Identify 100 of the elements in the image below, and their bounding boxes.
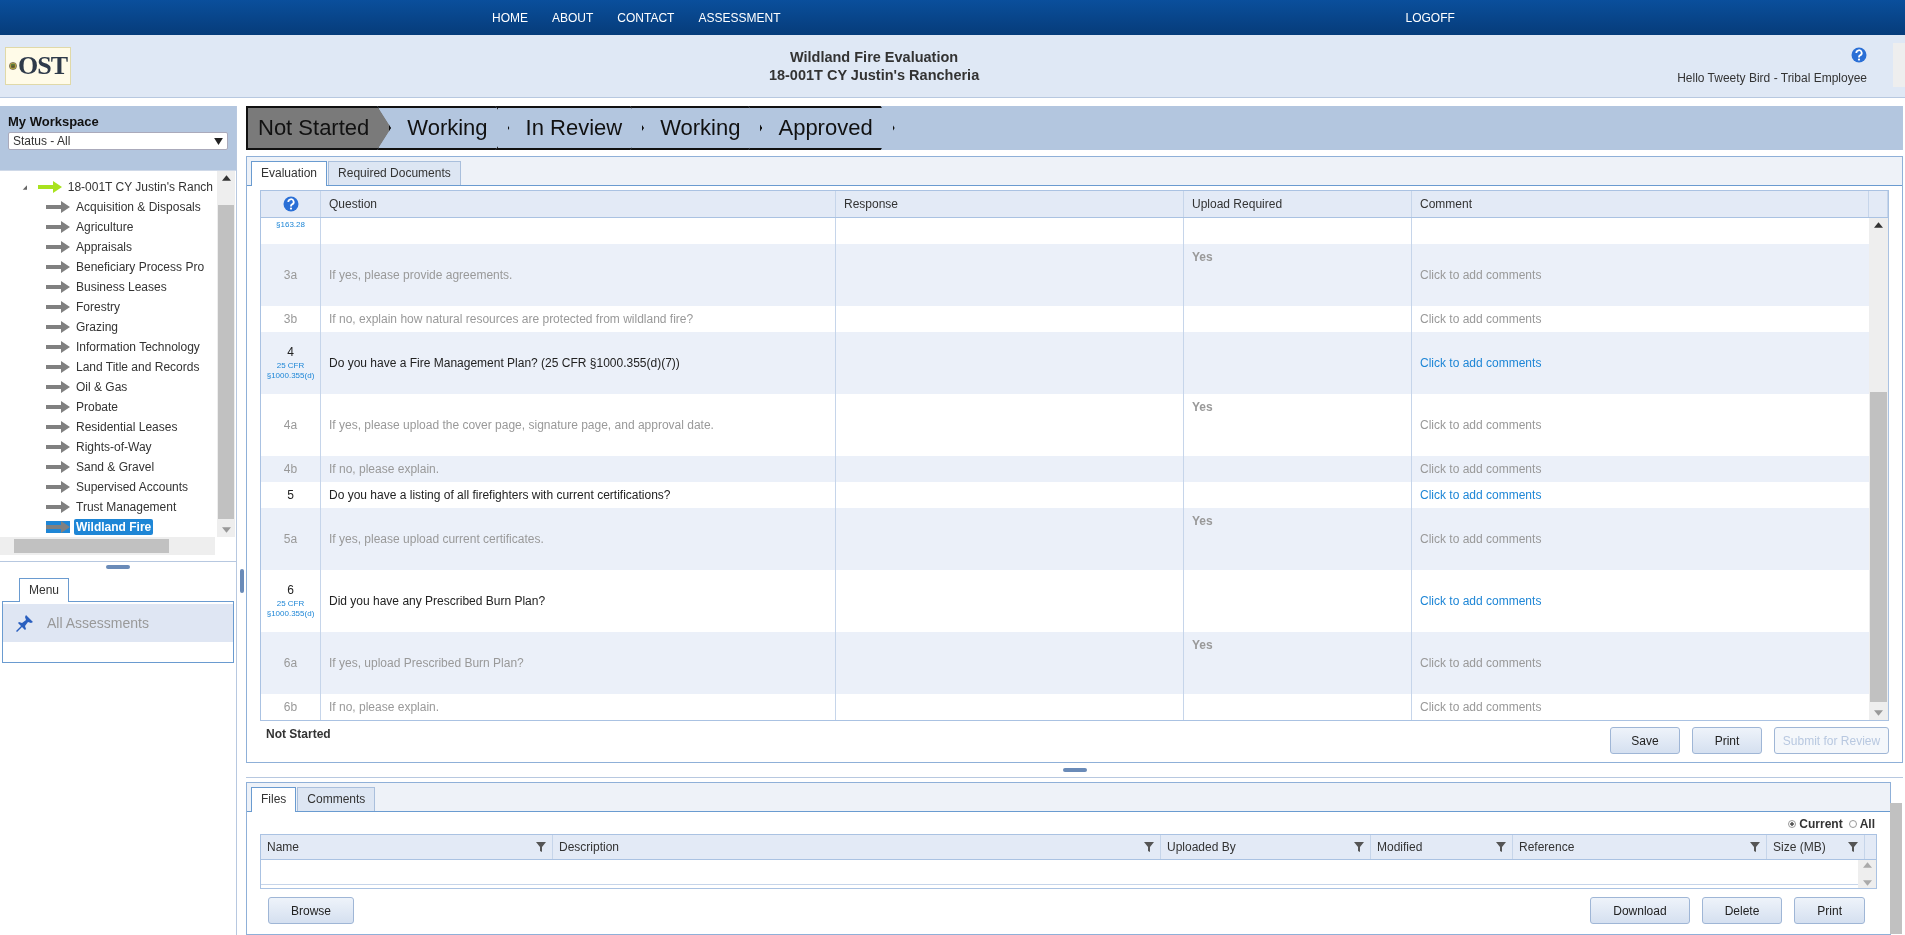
filter-icon[interactable]	[536, 842, 546, 852]
regulation-link[interactable]: 25 CFR §1000.355(d)	[263, 359, 318, 381]
scroll-down-icon[interactable]	[1874, 710, 1883, 716]
radio-option[interactable]: Current	[1788, 817, 1843, 831]
scrollbar[interactable]	[1869, 218, 1888, 720]
browse-button[interactable]: Browse	[268, 897, 354, 924]
question-number: 5a	[283, 532, 298, 546]
add-comment-link[interactable]: Click to add comments	[1420, 488, 1542, 502]
scroll-down-icon[interactable]	[1862, 880, 1872, 886]
scrollbar[interactable]	[217, 171, 235, 537]
filter-icon[interactable]	[1750, 842, 1760, 852]
tree-item[interactable]: Wildland Fire	[74, 519, 154, 535]
question-text: If yes, please upload current certificates.	[329, 532, 544, 546]
column-header: Comment	[1412, 191, 1869, 217]
column-header[interactable]: Uploaded By	[1161, 835, 1371, 859]
regulation-link[interactable]: §163.28	[263, 218, 318, 230]
tab[interactable]: Required Documents	[328, 161, 461, 185]
help-icon[interactable]	[282, 196, 299, 212]
caret-icon	[214, 137, 223, 145]
question-number: 3b	[283, 312, 298, 326]
column-header: Upload Required	[1184, 191, 1412, 217]
column-header: Response	[836, 191, 1184, 217]
splitter-handle[interactable]	[239, 568, 244, 593]
tree-item[interactable]: Land Title and Records	[74, 359, 202, 375]
progress-step: Approved	[748, 106, 895, 150]
user-greeting: Hello Tweety Bird - Tribal Employee	[1677, 71, 1867, 85]
question-number: 4b	[283, 462, 298, 476]
arrow-icon	[46, 201, 70, 213]
column-header[interactable]: Name	[261, 835, 553, 859]
arrow-icon	[46, 481, 70, 493]
add-comment-link[interactable]: Click to add comments	[1420, 356, 1542, 370]
column-header[interactable]: Reference	[1513, 835, 1767, 859]
collapse-icon[interactable]	[22, 183, 28, 191]
scroll-up-icon[interactable]	[1874, 222, 1883, 228]
tree-item[interactable]: Agriculture	[74, 219, 136, 235]
action-button[interactable]: Print	[1692, 727, 1762, 754]
tab[interactable]: Evaluation	[251, 161, 328, 186]
tree-item[interactable]: Sand & Gravel	[74, 459, 157, 475]
arrow-icon	[46, 421, 70, 433]
arrow-icon	[46, 241, 70, 253]
tab[interactable]: Comments	[297, 787, 376, 811]
arrow-icon	[46, 461, 70, 473]
tree-item[interactable]: Forestry	[74, 299, 122, 315]
logoff-link[interactable]: LOGOFF	[1393, 10, 1467, 25]
regulation-link[interactable]: 25 CFR §1000.355(d)	[263, 597, 318, 619]
question-number: 4	[287, 345, 294, 359]
splitter-handle[interactable]	[1062, 768, 1087, 772]
filter-icon[interactable]	[1848, 842, 1858, 852]
tree-item[interactable]: Beneficiary Process Pro	[74, 259, 207, 275]
scrollbar[interactable]	[1890, 803, 1902, 934]
tab[interactable]: Files	[251, 787, 297, 812]
nav-link[interactable]: HOME	[480, 10, 540, 25]
tree-item[interactable]: 18-001T CY Justin's Ranch	[0, 177, 215, 197]
question-text: Did you have any Prescribed Burn Plan?	[329, 594, 546, 608]
tree-item[interactable]: Trust Management	[74, 499, 179, 515]
menu-tab[interactable]: Menu	[19, 578, 70, 602]
tree-item[interactable]: Oil & Gas	[74, 379, 130, 395]
tree-item[interactable]: Probate	[74, 399, 121, 415]
column-header[interactable]: Modified	[1371, 835, 1513, 859]
radio-button[interactable]	[1848, 820, 1857, 828]
arrow-icon	[37, 181, 62, 193]
tree-item[interactable]: Residential Leases	[74, 419, 180, 435]
help-icon[interactable]	[1851, 47, 1867, 63]
radio-option[interactable]: All	[1848, 817, 1875, 831]
radio-button[interactable]	[1788, 820, 1797, 828]
tree-item[interactable]: Grazing	[74, 319, 121, 335]
nav-link[interactable]: ASSESSMENT	[686, 10, 793, 25]
question-text: Do you have a listing of all firefighters with current certifications?	[329, 488, 671, 502]
action-button[interactable]: Save	[1610, 727, 1680, 754]
scrollbar[interactable]	[1858, 860, 1876, 888]
tree-item[interactable]: Acquisition & Disposals	[74, 199, 203, 215]
splitter-handle[interactable]	[106, 565, 130, 569]
tree-item[interactable]: Appraisals	[74, 239, 135, 255]
scroll-down-icon[interactable]	[221, 527, 231, 533]
filter-icon[interactable]	[1144, 842, 1154, 852]
arrow-icon	[46, 341, 70, 353]
action-button[interactable]: Download	[1590, 897, 1690, 924]
nav-link[interactable]: CONTACT	[605, 10, 687, 25]
filter-icon[interactable]	[1496, 842, 1506, 852]
tree-item[interactable]: Information Technology	[74, 339, 202, 355]
filter-icon[interactable]	[1354, 842, 1364, 852]
question-text: If yes, please provide agreements.	[329, 268, 513, 282]
tree-item[interactable]: Business Leases	[74, 279, 169, 295]
scroll-up-icon[interactable]	[221, 175, 231, 181]
action-button[interactable]: Delete	[1701, 897, 1783, 924]
nav-link[interactable]: ABOUT	[540, 10, 606, 25]
tree-item[interactable]: Rights-of-Way	[74, 439, 154, 455]
action-button[interactable]: Print	[1794, 897, 1865, 924]
arrow-icon	[46, 361, 70, 373]
workspace-title: My Workspace	[8, 114, 100, 129]
question-number: 4a	[283, 418, 298, 432]
question-number: 6	[287, 583, 294, 597]
add-comment-link[interactable]: Click to add comments	[1420, 594, 1542, 608]
arrow-icon	[46, 381, 70, 393]
tree-item[interactable]: Supervised Accounts	[74, 479, 191, 495]
arrow-icon	[46, 221, 70, 233]
scrollbar[interactable]	[0, 537, 215, 555]
column-header[interactable]: Description	[553, 835, 1161, 859]
column-header[interactable]: Size (MB)	[1767, 835, 1865, 859]
status-dropdown[interactable]: Status - All	[8, 132, 228, 150]
